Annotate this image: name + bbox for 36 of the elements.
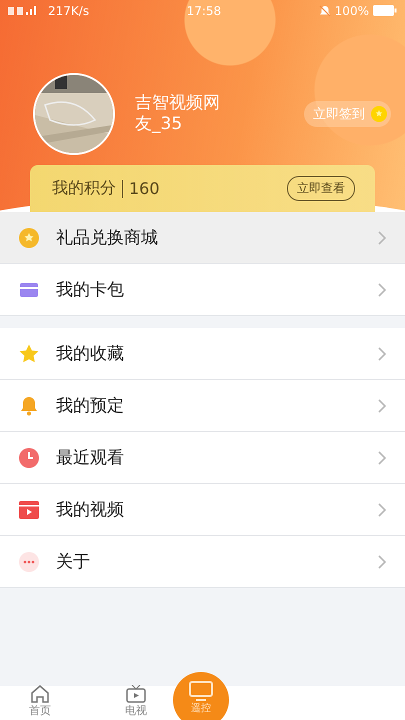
battery-icon (372, 5, 397, 16)
points-label: 我的积分 (52, 178, 116, 200)
menu-label: 我的收藏 (56, 343, 124, 365)
nav-tab[interactable]: 首页 (12, 685, 68, 718)
chevron-icon (377, 450, 387, 466)
clock-time: 17:58 (186, 4, 222, 18)
menu-row[interactable]: 礼品兑换商城 (0, 212, 405, 264)
network-speed: 217K/s (48, 4, 90, 18)
battery-percent: 100% (334, 4, 369, 18)
menu-label: 我的卡包 (56, 279, 124, 301)
star-icon (18, 342, 40, 364)
tv-icon (189, 681, 213, 701)
more-icon (18, 550, 40, 572)
bell-icon (18, 394, 40, 416)
chevron-icon (377, 230, 387, 246)
chevron-icon (377, 398, 387, 414)
video-icon (18, 498, 40, 520)
menu-label: 我的预定 (56, 395, 124, 417)
menu-label: 关于 (56, 551, 90, 573)
view-button[interactable]: 立即查看 (287, 176, 355, 202)
nav-tab[interactable]: 电视 (108, 685, 164, 718)
chevron-icon (377, 282, 387, 298)
chevron-icon (377, 346, 387, 362)
bell-off-icon (318, 4, 331, 17)
coin-icon (18, 226, 40, 248)
menu-label: 最近观看 (56, 447, 124, 469)
menu-label: 礼品兑换商城 (56, 227, 158, 249)
chevron-icon (377, 554, 387, 570)
home-icon (30, 685, 50, 703)
coin-icon (371, 106, 387, 122)
clock-icon (18, 446, 40, 468)
points-value: 160 (129, 179, 160, 198)
tv-icon (126, 685, 146, 703)
chevron-icon (377, 502, 387, 518)
menu-label: 我的视频 (56, 499, 124, 521)
user-name: 吉智视频网友_35 (135, 93, 221, 136)
